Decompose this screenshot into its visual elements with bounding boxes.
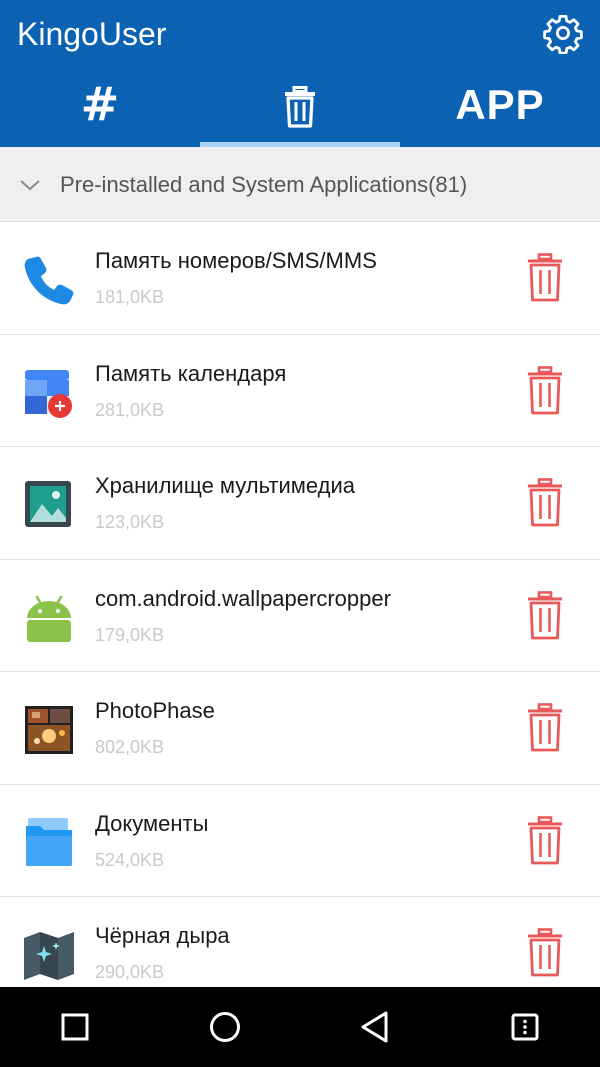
photophase-icon (22, 703, 76, 757)
calendar-icon (22, 366, 76, 420)
list-item[interactable]: Хранилище мультимедиа 123,0KB (0, 447, 600, 560)
hash-icon: # (80, 76, 120, 131)
back-triangle-icon (361, 1011, 388, 1043)
android-icon (22, 591, 76, 645)
recents-button[interactable] (0, 987, 150, 1067)
app-size: 524,0KB (95, 849, 165, 870)
app-name: PhotoPhase (95, 698, 215, 723)
delete-button[interactable] (524, 478, 566, 528)
list-item[interactable]: Память номеров/SMS/MMS 181,0KB (0, 222, 600, 335)
chevron-down-icon (18, 173, 42, 197)
trash-icon (528, 815, 562, 864)
app-list: Память номеров/SMS/MMS 181,0KB Память ка… (0, 222, 600, 987)
app-size: 179,0KB (95, 624, 165, 645)
section-title: Pre-installed and System Applications(81… (60, 172, 468, 197)
list-item[interactable]: com.android.wallpapercropper 179,0KB (0, 560, 600, 672)
trash-icon (285, 85, 315, 128)
tab-app-label: APP (455, 80, 545, 128)
list-item[interactable]: PhotoPhase 802,0KB (0, 672, 600, 785)
trash-icon (528, 703, 562, 752)
phone-icon (22, 253, 76, 307)
tab-bar: # APP (0, 66, 600, 147)
system-navigation-bar (0, 987, 600, 1067)
home-button[interactable] (150, 987, 300, 1067)
app-header: KingoUser # APP (0, 0, 600, 147)
app-name: Чёрная дыра (95, 923, 230, 948)
app-root: KingoUser # APP Pre-installed and System… (0, 0, 600, 1067)
trash-icon (528, 478, 562, 527)
delete-button[interactable] (524, 590, 566, 641)
menu-button[interactable] (450, 987, 600, 1067)
delete-button[interactable] (524, 703, 566, 753)
app-name: Документы (95, 810, 209, 836)
delete-button[interactable] (524, 928, 566, 978)
app-size: 290,0KB (95, 962, 165, 982)
section-header[interactable]: Pre-installed and System Applications(81… (0, 147, 600, 222)
list-item[interactable]: Чёрная дыра 290,0KB (0, 897, 600, 987)
delete-button[interactable] (524, 253, 566, 303)
back-button[interactable] (300, 987, 450, 1067)
gear-icon (543, 14, 583, 54)
list-item[interactable]: Память календаря 281,0KB (0, 335, 600, 447)
folder-icon (22, 816, 76, 870)
trash-icon (528, 365, 562, 414)
trash-icon (528, 928, 562, 977)
app-name: Память номеров/SMS/MMS (95, 248, 377, 273)
trash-icon (528, 253, 562, 302)
tab-uninstall[interactable] (200, 66, 400, 147)
app-size: 123,0KB (95, 512, 165, 532)
list-item[interactable]: Документы 524,0KB (0, 785, 600, 897)
map-icon (22, 928, 76, 982)
app-size: 281,0KB (95, 399, 165, 420)
delete-button[interactable] (524, 365, 566, 416)
app-size: 802,0KB (95, 737, 165, 757)
delete-button[interactable] (524, 815, 566, 866)
settings-button[interactable] (542, 12, 584, 54)
trash-icon (528, 590, 562, 639)
app-name: com.android.wallpapercropper (95, 585, 391, 611)
app-name: Хранилище мультимедиа (95, 473, 355, 498)
tab-hash[interactable]: # (0, 66, 200, 147)
app-size: 181,0KB (95, 287, 165, 307)
app-name: Память календаря (95, 360, 287, 386)
app-title: KingoUser (17, 16, 167, 52)
square-icon (61, 1013, 89, 1041)
circle-icon (210, 1012, 240, 1042)
tab-app[interactable]: APP (400, 66, 600, 147)
menu-icon (511, 1013, 539, 1041)
media-storage-icon (22, 478, 76, 532)
